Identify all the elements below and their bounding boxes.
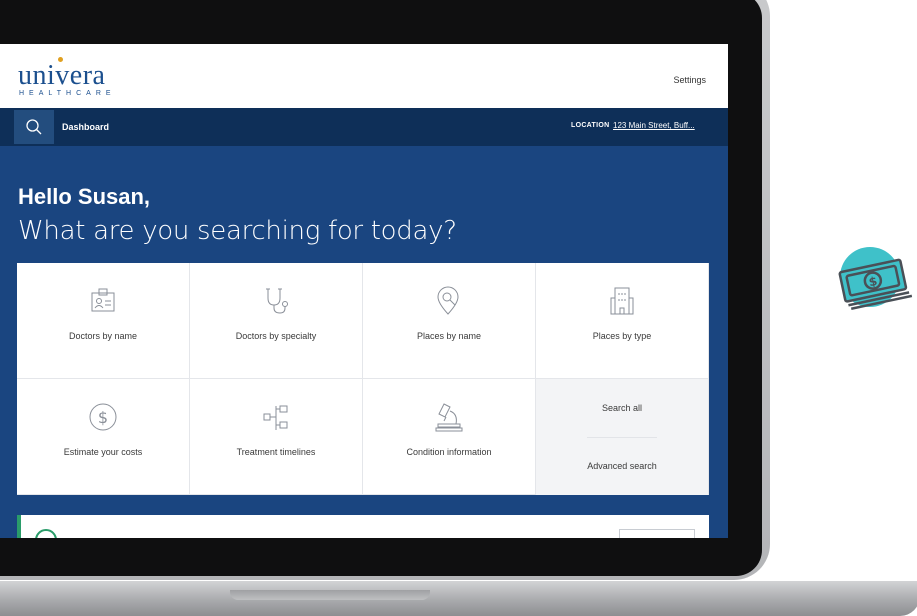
tile-treatment-timelines[interactable]: Treatment timelines <box>190 379 363 495</box>
flow-chart-icon <box>256 397 296 437</box>
tile-places-by-type[interactable]: Places by type <box>536 263 709 379</box>
tile-estimate-costs[interactable]: $ Estimate your costs <box>17 379 190 495</box>
logo-subtitle: HEALTHCARE <box>19 90 116 97</box>
tile-label: Doctors by name <box>68 331 138 341</box>
tile-label: Treatment timelines <box>236 447 316 457</box>
app-screen: univera HEALTHCARE Settings Dashboard LO… <box>0 44 728 538</box>
logo: univera <box>18 60 106 91</box>
money-bill-icon: $ <box>838 258 913 310</box>
tile-label: Places by name <box>416 331 482 341</box>
tile-condition-information[interactable]: Condition information <box>363 379 536 495</box>
location-link[interactable]: 123 Main Street, Buff... <box>613 121 695 130</box>
microscope-icon <box>429 397 469 437</box>
tile-places-by-name[interactable]: Places by name <box>363 263 536 379</box>
advanced-search-button[interactable]: Advanced search <box>587 436 657 496</box>
tile-label: Doctors by specialty <box>235 331 317 341</box>
search-button[interactable] <box>14 110 54 144</box>
tile-doctors-by-name[interactable]: Doctors by name <box>17 263 190 379</box>
svg-text:$: $ <box>98 408 108 427</box>
info-icon <box>35 529 57 538</box>
laptop-base <box>0 581 917 616</box>
notice-action-button[interactable] <box>619 529 695 538</box>
logo-accent <box>58 57 63 62</box>
nav-dashboard[interactable]: Dashboard <box>62 122 109 132</box>
tile-label: Places by type <box>592 331 652 341</box>
search-prompt: What are you searching for today? <box>18 216 457 246</box>
quick-actions: Search all Advanced search <box>536 379 709 495</box>
search-all-button[interactable]: Search all <box>602 379 642 437</box>
location-label: LOCATION <box>571 122 610 129</box>
greeting: Hello Susan, <box>18 184 151 209</box>
tile-doctors-by-specialty[interactable]: Doctors by specialty <box>190 263 363 379</box>
stethoscope-icon <box>256 281 296 321</box>
header: univera HEALTHCARE Settings <box>0 44 728 108</box>
laptop-hinge-notch <box>230 590 430 600</box>
settings-link[interactable]: Settings <box>673 75 706 85</box>
money-badge: $ <box>838 247 913 310</box>
nav-bar: Dashboard LOCATION 123 Main Street, Buff… <box>0 108 728 146</box>
dollar-circle-icon: $ <box>83 397 123 437</box>
search-options-grid: Doctors by name Doctors by specialty Pla… <box>17 263 709 495</box>
notice-banner <box>17 515 709 538</box>
map-pin-search-icon <box>429 281 469 321</box>
tile-label: Condition information <box>406 447 492 457</box>
search-icon <box>26 119 42 135</box>
building-icon <box>602 281 642 321</box>
tile-label: Estimate your costs <box>63 447 143 457</box>
id-card-icon <box>83 281 123 321</box>
